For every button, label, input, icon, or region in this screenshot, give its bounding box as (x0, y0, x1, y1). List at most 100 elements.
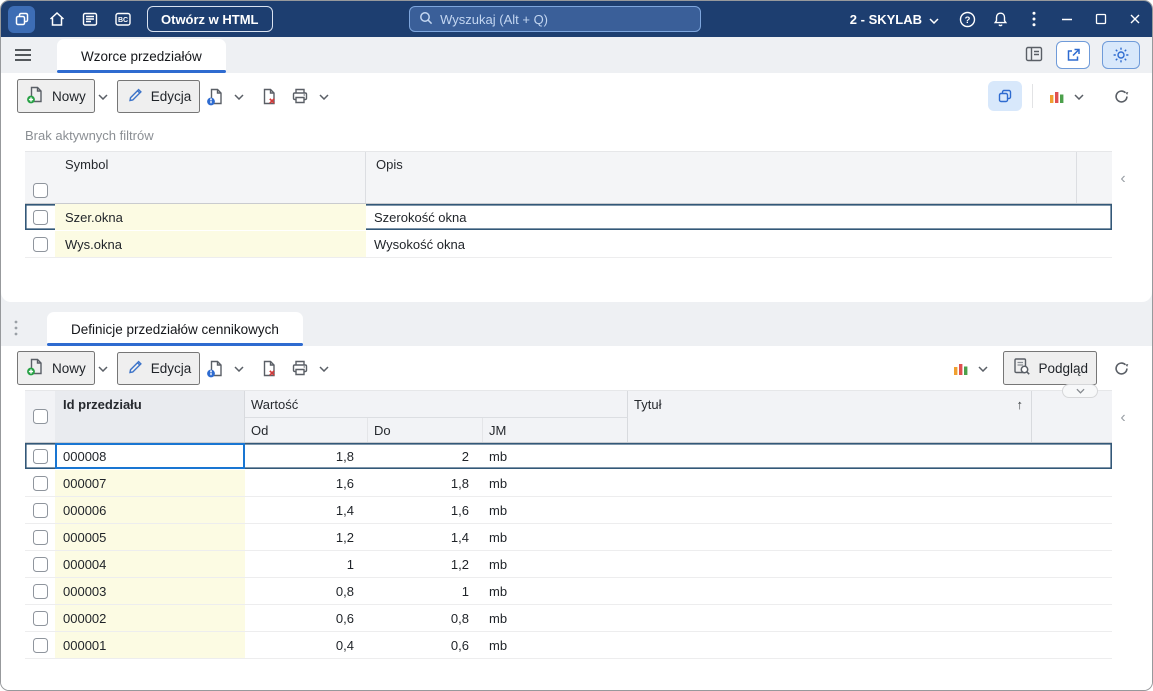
id-cell: 000005 (55, 524, 245, 550)
row-checkbox[interactable] (25, 497, 55, 523)
panels-icon[interactable] (1024, 45, 1044, 66)
hamburger-menu-icon[interactable] (1, 37, 45, 73)
new-dropdown-chevron-icon[interactable] (95, 362, 111, 374)
chart-dropdown-chevron-icon[interactable] (975, 362, 991, 374)
table-row[interactable]: 000001 0,4 0,6 mb (25, 632, 1112, 659)
table-row[interactable]: 000005 1,2 1,4 mb (25, 524, 1112, 551)
home-icon[interactable] (40, 1, 73, 37)
row-spacer (1032, 578, 1112, 604)
row-checkbox[interactable] (25, 204, 55, 230)
document-dropdown-chevron-icon[interactable] (231, 90, 247, 102)
collapse-left-icon: ‹ (1120, 409, 1126, 426)
row-checkbox[interactable] (25, 231, 55, 257)
table-row[interactable]: Wys.okna Wysokość okna (25, 231, 1112, 258)
edit-button[interactable]: Edycja (116, 351, 201, 385)
column-header-opis[interactable]: Opis (366, 152, 1077, 177)
id-cell[interactable]: 000008 (55, 443, 245, 469)
print-dropdown-chevron-icon[interactable] (316, 90, 332, 102)
table-row[interactable]: Szer.okna Szerokość okna (25, 204, 1112, 231)
select-all-checkbox[interactable] (25, 177, 55, 203)
tab-wzorce-przedzialow[interactable]: Wzorce przedziałów (57, 39, 226, 73)
row-checkbox[interactable] (25, 632, 55, 658)
row-checkbox[interactable] (25, 578, 55, 604)
od-cell: 1,4 (335, 502, 354, 518)
pencil-icon (126, 86, 144, 107)
chart-dropdown-chevron-icon[interactable] (1071, 90, 1087, 102)
share-button[interactable] (1056, 41, 1090, 69)
maximize-button[interactable] (1084, 1, 1118, 37)
collapse-panel-handle[interactable]: ‹ (1112, 151, 1134, 258)
svg-text:?: ? (965, 14, 971, 25)
document-dropdown-chevron-icon[interactable] (231, 362, 247, 374)
new-dropdown-chevron-icon[interactable] (95, 90, 111, 102)
new-button[interactable]: Nowy (17, 351, 95, 385)
row-checkbox[interactable] (25, 551, 55, 577)
table-row[interactable]: 000007 1,6 1,8 mb (25, 470, 1112, 497)
help-icon[interactable]: ? (951, 1, 984, 37)
collapse-panel-handle[interactable]: ‹ (1112, 390, 1134, 659)
refresh-icon[interactable] (1107, 84, 1136, 109)
topbar: BC Otwórz w HTML 2 - SKYLAB ? (1, 1, 1152, 37)
new-button-label: Nowy (52, 88, 86, 104)
news-icon[interactable] (73, 1, 106, 37)
print-button[interactable] (284, 355, 316, 381)
refresh-icon[interactable] (1107, 356, 1136, 381)
theme-sun-button[interactable] (1102, 41, 1140, 69)
table-row[interactable]: 000008 1,8 2 mb (25, 443, 1112, 470)
drag-handle-icon[interactable] (1, 310, 31, 346)
cards-view-button[interactable] (988, 81, 1022, 111)
header-spacer (1032, 391, 1112, 442)
preview-button[interactable]: Podgląd (1003, 351, 1097, 385)
select-all-checkbox[interactable] (25, 391, 55, 442)
jm-cell: mb (489, 502, 508, 518)
row-checkbox[interactable] (25, 605, 55, 631)
table-row[interactable]: 000006 1,4 1,6 mb (25, 497, 1112, 524)
od-cell: 1,6 (335, 475, 354, 491)
header-spacer (1077, 152, 1112, 177)
company-selector[interactable]: 2 - SKYLAB (838, 1, 951, 37)
print-dropdown-chevron-icon[interactable] (316, 362, 332, 374)
od-cell: 1,8 (335, 448, 354, 464)
column-band-wartosc[interactable]: Wartość (245, 391, 628, 418)
new-button[interactable]: Nowy (17, 79, 95, 113)
expand-band-button[interactable] (1062, 384, 1098, 398)
patterns-table: Symbol Opis Szer.okna Szerokość okna Wys… (25, 151, 1112, 258)
definitions-toolbar-right: Podgląd (947, 351, 1136, 385)
row-checkbox[interactable] (25, 443, 55, 469)
kebab-menu-icon[interactable] (1017, 1, 1050, 37)
table-row[interactable]: 000004 1 1,2 mb (25, 551, 1112, 578)
do-cell: 0,6 (450, 637, 469, 653)
edit-button[interactable]: Edycja (116, 79, 201, 113)
table-row[interactable]: 000002 0,6 0,8 mb (25, 605, 1112, 632)
delete-document-button[interactable] (253, 83, 284, 110)
table-row[interactable]: 000003 0,8 1 mb (25, 578, 1112, 605)
app-logo-icon[interactable] (8, 5, 35, 33)
chart-button[interactable] (1043, 85, 1071, 108)
bell-icon[interactable] (984, 1, 1017, 37)
column-header-od[interactable]: Od (245, 418, 368, 442)
close-button[interactable] (1118, 1, 1152, 37)
column-header-id[interactable]: Id przedziału (55, 391, 245, 442)
global-search[interactable] (409, 6, 702, 32)
row-checkbox[interactable] (25, 470, 55, 496)
chart-button[interactable] (947, 357, 975, 380)
tab-label: Wzorce przedziałów (81, 48, 202, 64)
document-info-button[interactable] (200, 355, 231, 382)
jm-cell: mb (489, 448, 508, 464)
row-checkbox[interactable] (25, 524, 55, 550)
column-header-jm[interactable]: JM (483, 418, 628, 442)
tab-definicje-przedzialow[interactable]: Definicje przedziałów cennikowych (47, 312, 303, 346)
minimize-button[interactable] (1050, 1, 1084, 37)
new-document-icon (26, 357, 45, 379)
header-filter-cell (55, 177, 366, 203)
column-header-tytul[interactable]: Tytuł ↑ (628, 391, 1032, 442)
open-in-html-button[interactable]: Otwórz w HTML (147, 6, 273, 32)
document-info-button[interactable] (200, 83, 231, 110)
search-input[interactable] (440, 11, 692, 27)
column-header-do[interactable]: Do (368, 418, 483, 442)
bc-icon[interactable]: BC (106, 1, 139, 37)
tytul-cell (628, 443, 1032, 469)
column-header-symbol[interactable]: Symbol (55, 152, 366, 177)
delete-document-button[interactable] (253, 355, 284, 382)
print-button[interactable] (284, 83, 316, 109)
